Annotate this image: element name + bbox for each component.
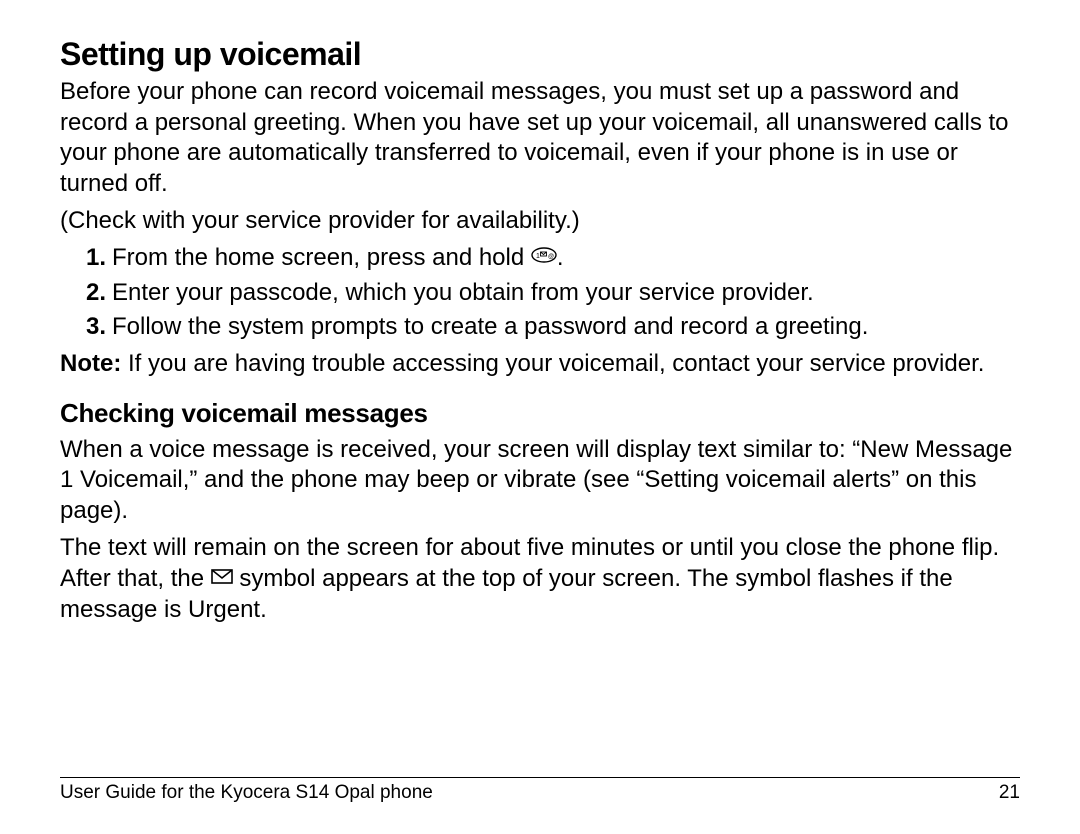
step-text-before: From the home screen, press and hold xyxy=(112,244,531,271)
intro-paragraph: Before your phone can record voicemail m… xyxy=(60,77,1020,200)
page-number: 21 xyxy=(999,782,1020,804)
step-number: 1. xyxy=(86,243,106,274)
list-item: 2. Enter your passcode, which you obtain… xyxy=(86,278,1020,309)
checking-paragraph-2: The text will remain on the screen for a… xyxy=(60,533,1020,625)
envelope-icon xyxy=(211,562,233,593)
step-text: Follow the system prompts to create a pa… xyxy=(112,313,868,340)
voicemail-key-icon: 1@ xyxy=(531,241,557,272)
step-text: Enter your passcode, which you obtain fr… xyxy=(112,279,814,306)
availability-note: (Check with your service provider for av… xyxy=(60,206,1020,237)
section-heading: Checking voicemail messages xyxy=(60,398,1020,429)
list-item: 1. From the home screen, press and hold … xyxy=(86,243,1020,274)
step-number: 3. xyxy=(86,312,106,343)
svg-text:@: @ xyxy=(548,254,554,260)
page-footer: User Guide for the Kyocera S14 Opal phon… xyxy=(60,777,1020,804)
page-heading: Setting up voicemail xyxy=(60,36,1020,73)
note-text: If you are having trouble accessing your… xyxy=(121,350,984,377)
note-paragraph: Note: If you are having trouble accessin… xyxy=(60,349,1020,380)
list-item: 3. Follow the system prompts to create a… xyxy=(86,312,1020,343)
checking-paragraph-1: When a voice message is received, your s… xyxy=(60,435,1020,527)
note-label: Note: xyxy=(60,350,121,377)
step-text-after: . xyxy=(557,244,564,271)
svg-text:1: 1 xyxy=(536,253,540,260)
setup-steps-list: 1. From the home screen, press and hold … xyxy=(60,243,1020,343)
footer-title: User Guide for the Kyocera S14 Opal phon… xyxy=(60,782,433,804)
step-number: 2. xyxy=(86,278,106,309)
